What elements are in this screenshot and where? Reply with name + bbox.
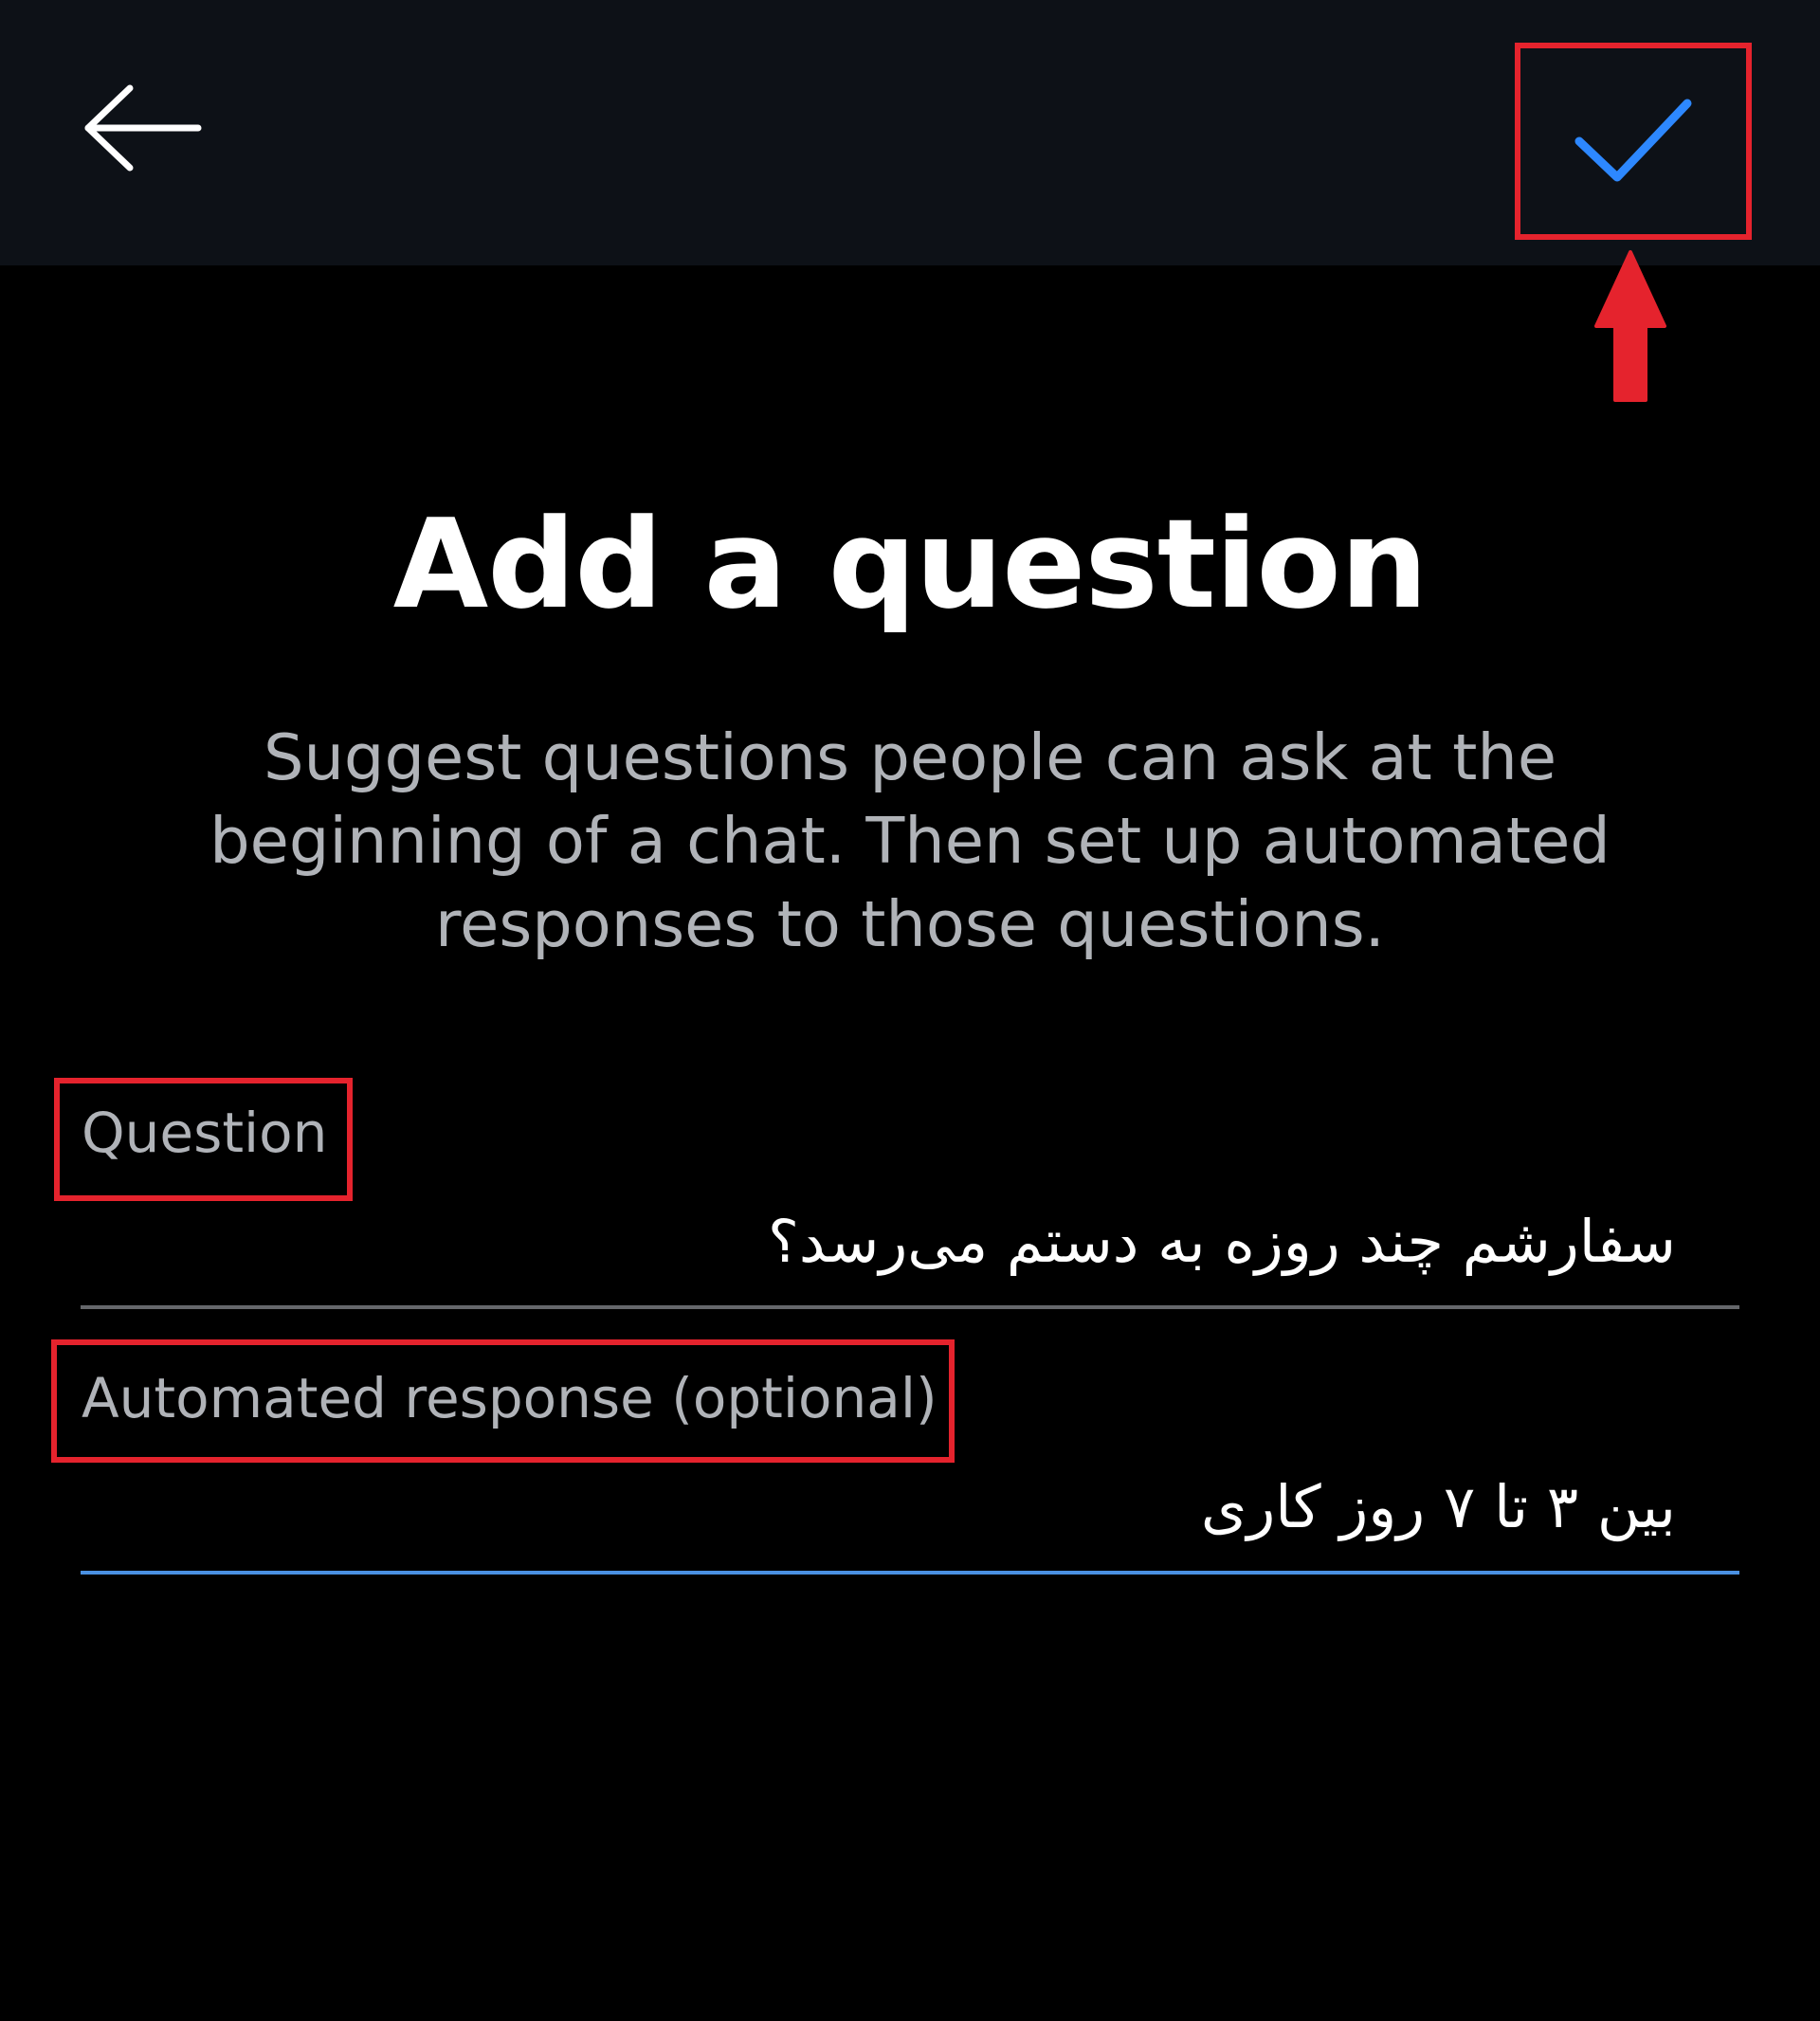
back-button[interactable] — [57, 57, 228, 199]
arrow-left-icon — [84, 84, 202, 172]
page-description: Suggest questions people can ask at the … — [209, 720, 1611, 961]
add-question-screen: Add a question Suggest questions people … — [0, 0, 1820, 2021]
red-up-arrow-annotation — [1594, 250, 1666, 402]
automated-response-input[interactable]: بین ۳ تا ۷ روز کاری — [1201, 1469, 1676, 1545]
save-question-button[interactable] — [1517, 45, 1750, 237]
question-label: Question — [82, 1101, 328, 1165]
question-input[interactable]: سفارشم چند روزه به دستم می‌رسد؟ — [768, 1204, 1676, 1280]
automated-response-input-underline — [81, 1571, 1739, 1575]
checkmark-icon — [1574, 99, 1692, 181]
automated-response-label: Automated response (optional) — [82, 1366, 937, 1430]
top-app-bar — [0, 0, 1820, 265]
page-title: Add a question — [392, 492, 1429, 636]
question-input-underline — [81, 1305, 1739, 1309]
